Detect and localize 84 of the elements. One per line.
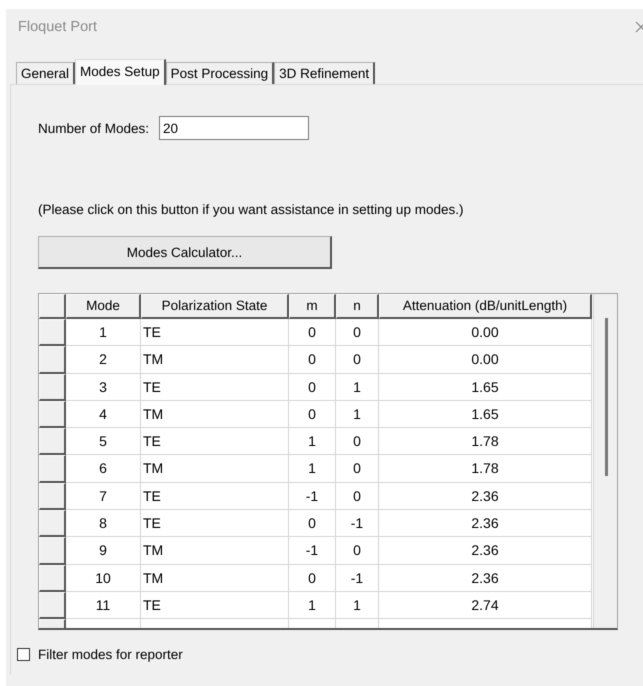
table-cell: 3	[66, 374, 141, 401]
table-cell: 1.65	[379, 374, 592, 401]
table-cell: 1	[336, 592, 379, 620]
table-cell: -1	[289, 482, 336, 510]
table-cell: 2.74	[379, 592, 592, 620]
column-header: Mode	[66, 294, 141, 319]
table-cell: 1.78	[379, 428, 592, 456]
table-cell: -1	[336, 510, 379, 538]
column-header: n	[336, 294, 379, 319]
tab[interactable]: General	[16, 62, 76, 84]
row-header[interactable]	[39, 374, 66, 401]
table-cell: 0	[336, 455, 379, 483]
row-header[interactable]	[39, 482, 66, 510]
checkbox-label: Filter modes for reporter	[38, 647, 183, 662]
tab[interactable]: Modes Setup	[75, 59, 166, 85]
table-cell: 5	[66, 428, 141, 456]
table-cell: 1.78	[379, 455, 592, 483]
table-cell: 0	[336, 346, 379, 374]
window-title: Floquet Port	[18, 19, 97, 35]
table-cell: 0	[289, 510, 336, 538]
table-cell: TM	[141, 400, 289, 428]
row-header[interactable]	[39, 592, 66, 620]
column-header: Attenuation (dB/unitLength)	[379, 294, 592, 319]
table-cell: -1	[289, 537, 336, 565]
table-cell: 0	[336, 319, 379, 346]
checkbox[interactable]	[17, 648, 30, 661]
table-cell: 10	[66, 564, 141, 592]
table-cell: 2.36	[379, 482, 592, 510]
table-cell: 1	[336, 374, 379, 401]
table-cell: 0	[336, 482, 379, 510]
table-cell: 0	[289, 564, 336, 592]
table-cell: TE	[141, 592, 289, 620]
field-label: Number of Modes:	[38, 120, 150, 136]
table-cell: 1	[336, 400, 379, 428]
table-cell: 1	[289, 455, 336, 483]
table-cell: TE	[141, 482, 289, 510]
table-cell: 0.00	[379, 319, 592, 346]
column-header: Polarization State	[141, 294, 289, 319]
table-cell: 2	[66, 346, 141, 374]
table-cell: TM	[141, 346, 289, 374]
table-cell: TM	[141, 537, 289, 565]
table-cell: TM	[141, 455, 289, 483]
table-cell: TE	[141, 428, 289, 456]
row-header[interactable]	[39, 564, 66, 592]
row-header[interactable]	[39, 510, 66, 538]
table-cell: 0	[289, 319, 336, 346]
row-header[interactable]	[39, 319, 66, 346]
calculator-button[interactable]: Modes Calculator...	[38, 236, 332, 269]
table-cell: -1	[336, 564, 379, 592]
table-cell: 0	[336, 537, 379, 565]
row-header[interactable]	[39, 428, 66, 456]
table-cell: 7	[66, 482, 141, 510]
table-cell: TM	[141, 564, 289, 592]
table-cell: 4	[66, 400, 141, 428]
row-header[interactable]	[39, 346, 66, 374]
table-cell: 11	[66, 592, 141, 620]
close-icon[interactable]	[635, 21, 643, 33]
column-header: m	[289, 294, 336, 319]
table-cell: 8	[66, 510, 141, 538]
table-cell: 0	[289, 374, 336, 401]
table-cell: 2.36	[379, 537, 592, 565]
table-cell: 1.65	[379, 400, 592, 428]
table-cell: 2.36	[379, 564, 592, 592]
table-cell: TE	[141, 374, 289, 401]
table-cell: 1	[289, 592, 336, 620]
table-cell: 0	[336, 428, 379, 456]
table-cell: 0	[289, 346, 336, 374]
table-cell: 1	[289, 428, 336, 456]
table-cell: 0.00	[379, 346, 592, 374]
row-header[interactable]	[39, 455, 66, 483]
table-cell: 6	[66, 455, 141, 483]
input-field[interactable]: 20	[159, 116, 310, 140]
table-cell: 2.36	[379, 510, 592, 538]
tab[interactable]: 3D Refinement	[274, 62, 376, 84]
hint-text: (Please click on this button if you want assistance in setting up modes.)	[38, 202, 464, 217]
tab[interactable]: Post Processing	[166, 62, 274, 84]
row-header[interactable]	[39, 537, 66, 565]
table-cell: 0	[289, 400, 336, 428]
table-cell: TE	[141, 510, 289, 538]
table-cell: 9	[66, 537, 141, 565]
table-cell: TE	[141, 319, 289, 346]
table-cell: 1	[66, 319, 141, 346]
row-header[interactable]	[39, 400, 66, 428]
scrollbar[interactable]	[593, 294, 617, 628]
